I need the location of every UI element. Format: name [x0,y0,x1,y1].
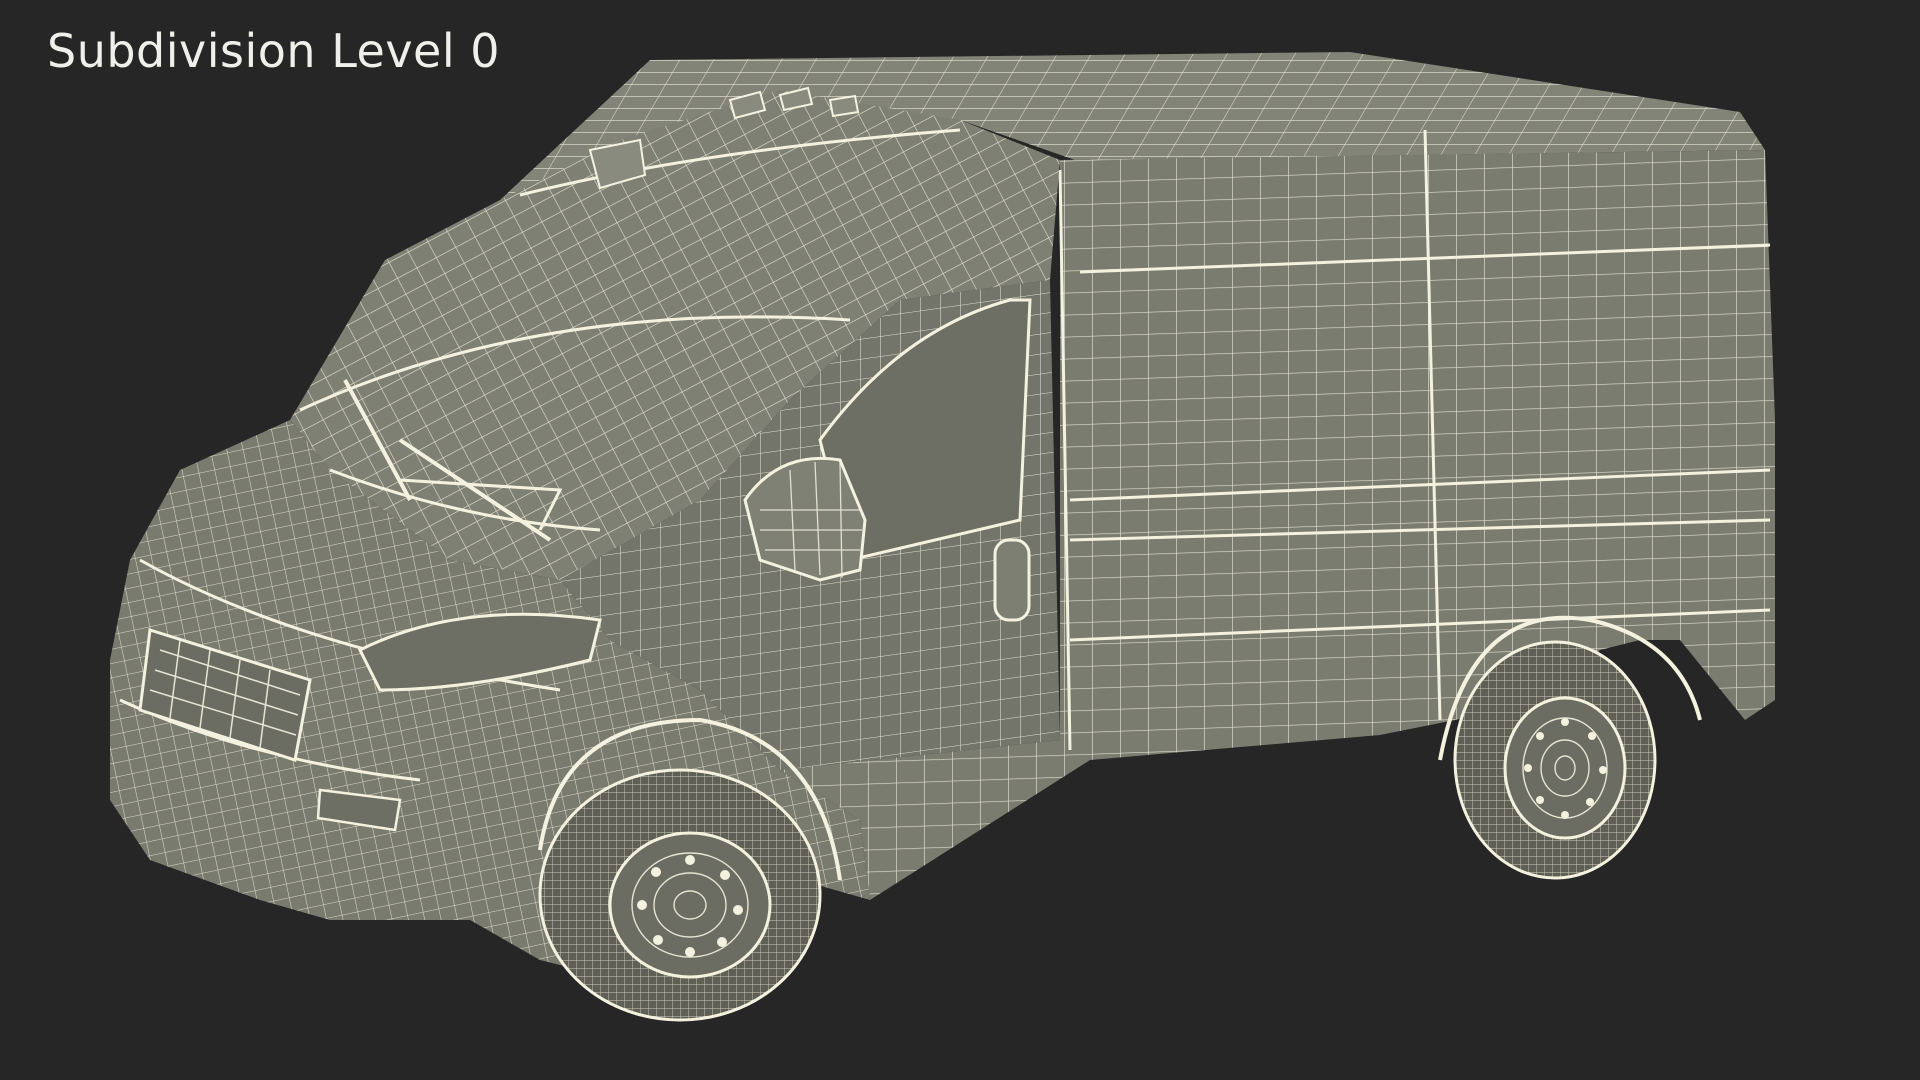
door-handle-icon [993,538,1031,622]
rear-wheel [1453,640,1657,880]
front-wheel [538,768,822,1022]
van-wireframe-icon [110,52,1775,1022]
viewport: Subdivision Level 0 [0,0,1920,1080]
